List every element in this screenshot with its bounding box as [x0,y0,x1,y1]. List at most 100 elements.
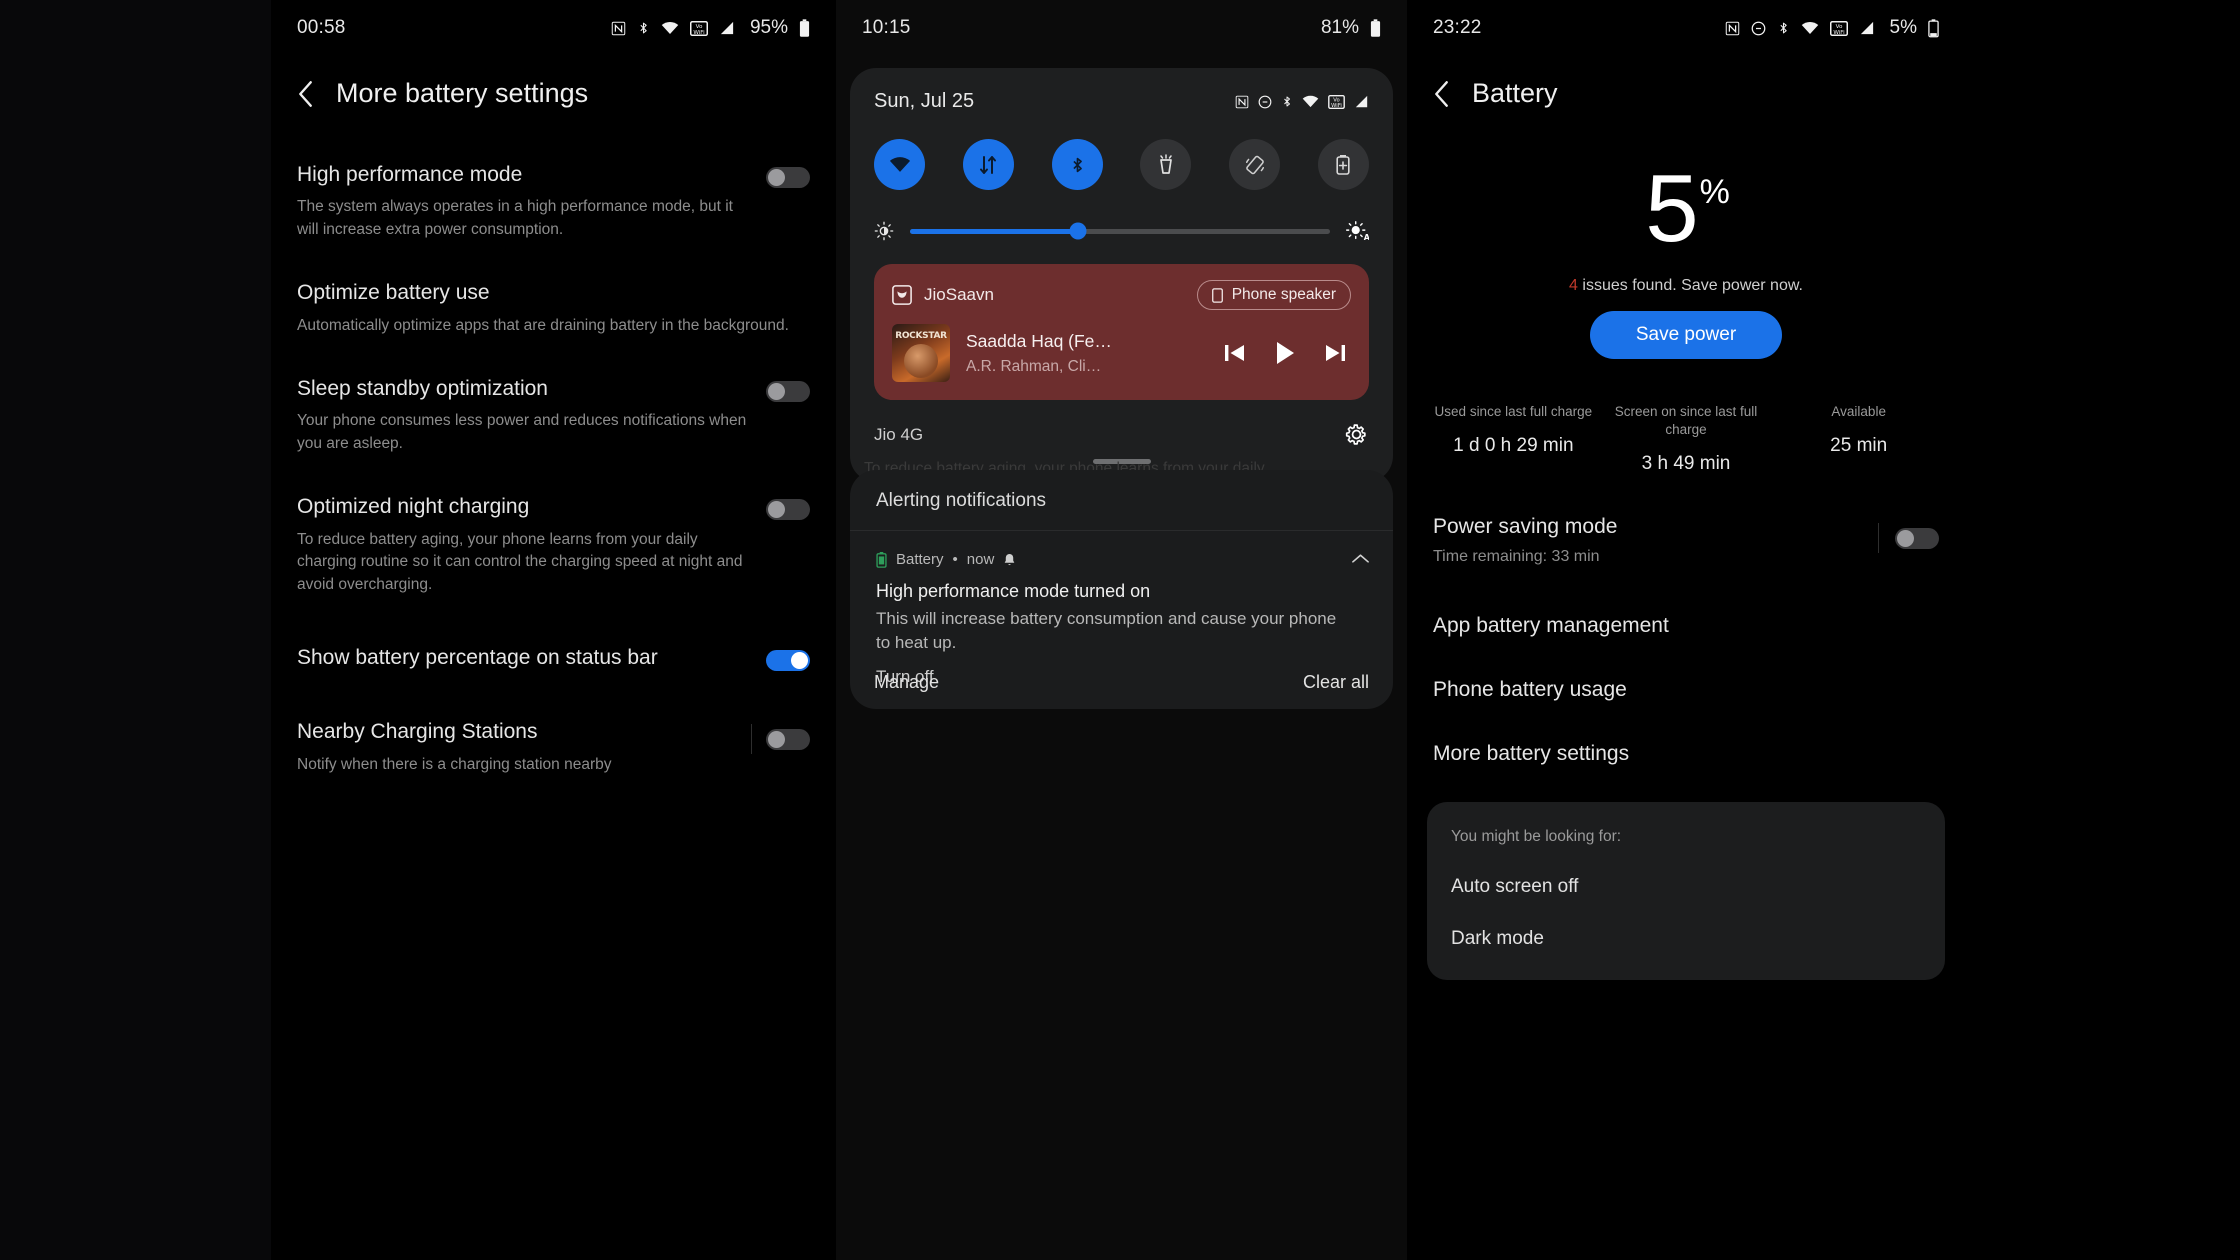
nearby-charging-stations-toggle[interactable] [766,728,810,750]
album-art: ROCKSTAR [892,324,950,382]
media-header: JioSaavn Phone speaker [892,280,1351,310]
svg-text:WiFi: WiFi [693,29,705,35]
play-icon[interactable] [1273,340,1297,366]
mobile-data-tile[interactable] [962,139,1014,190]
wifi-tile[interactable] [874,139,925,190]
manage-button[interactable]: Manage [874,672,939,693]
more-battery-settings-row[interactable]: More battery settings [1407,712,1965,776]
previous-icon[interactable] [1223,342,1247,364]
battery-icon [876,551,887,568]
quick-settings-footer: Jio 4G [874,422,1369,447]
power-saving-mode-row[interactable]: Power saving mode Time remaining: 33 min [1407,475,1965,576]
notification-meta: Battery • now [876,551,1342,568]
media-output-chip[interactable]: Phone speaker [1196,280,1351,310]
next-icon[interactable] [1323,342,1347,364]
dnd-icon [1751,21,1766,36]
setting-title: Nearby Charging Stations [297,720,538,744]
battery-icon [1370,18,1381,38]
notification-title: High performance mode turned on [876,581,1151,601]
notification-footer: Manage Clear all [850,672,1393,693]
clear-all-button[interactable]: Clear all [1303,672,1369,693]
setting-description: Notify when there is a charging station … [297,755,612,773]
stat-label: Available [1831,404,1886,419]
setting-row[interactable]: Optimized night charging To reduce batte… [271,475,836,616]
row-title: Power saving mode [1433,515,1618,539]
stat-value: 3 h 49 min [1641,453,1731,475]
stat-available: Available 25 min [1772,403,1945,475]
status-battery-percent: 95% [749,17,788,38]
page-title: Battery [1472,78,1558,108]
status-bar-left: 00:58 Vo WiFi 95% [271,0,836,56]
stat-value: 1 d 0 h 29 min [1453,435,1574,457]
suggestion-auto-screen-off[interactable]: Auto screen off [1451,876,1921,898]
auto-rotate-tile[interactable] [1229,139,1281,190]
vowifi-icon: Vo WiFi [1829,20,1848,36]
left-bezel [0,0,271,1260]
media-body: ROCKSTAR Saadda Haq (Fe… A.R. Rahman, Cl… [892,324,1351,382]
gear-icon[interactable] [1344,422,1369,447]
back-arrow-icon[interactable] [1433,80,1450,107]
setting-row[interactable]: Show battery percentage on status bar [271,616,836,692]
row-subtitle: Time remaining: 33 min [1433,548,1600,566]
status-icons: Vo WiFi 5% [1725,17,1939,39]
setting-title: Optimize battery use [297,281,490,305]
brightness-slider-row: A [874,220,1369,242]
jiosaavn-icon [892,285,912,305]
power-saving-mode-toggle[interactable] [1895,527,1939,549]
qs-status-icons: Vo WiFi [1235,94,1369,109]
bluetooth-icon [1069,154,1086,176]
wifi-icon [889,156,911,173]
status-battery-percent: 81% [1320,17,1359,38]
battery-saver-tile[interactable] [1317,139,1369,190]
setting-title: Sleep standby optimization [297,377,548,401]
media-controls [1223,340,1351,366]
brightness-knob[interactable] [1069,222,1087,240]
qs-date: Sun, Jul 25 [874,90,975,112]
signal-icon [1859,21,1875,35]
brightness-auto-icon[interactable]: A [1346,220,1369,242]
bluetooth-tile[interactable] [1051,139,1103,190]
stat-screen-on-since-last-full-charge: Screen on since last full charge 3 h 49 … [1600,403,1773,475]
save-power-button[interactable]: Save power [1589,311,1783,359]
battery-icon [1928,18,1939,38]
phone-speaker-icon [1211,287,1223,303]
app-battery-management-row[interactable]: App battery management [1407,576,1965,648]
flashlight-tile[interactable] [1140,139,1192,190]
optimized-night-charging-toggle[interactable] [766,499,810,521]
suggestion-dark-mode[interactable]: Dark mode [1451,928,1921,950]
battery-percent-symbol: % [1699,173,1730,211]
high-performance-mode-toggle[interactable] [766,167,810,188]
row-title: More battery settings [1433,742,1630,766]
setting-row[interactable]: Optimize battery use Automatically optim… [271,261,836,357]
brightness-slider[interactable] [910,222,1330,240]
panel-quick-settings-shade: 10:15 81% Sun, Jul 25 Vo WiFi JioSaavn P… [836,0,1407,1260]
setting-description: To reduce battery aging, your phone lear… [297,530,743,593]
stat-label: Used since last full charge [1434,404,1593,419]
setting-title: High performance mode [297,163,523,186]
screenshot-stage: 00:58 Vo WiFi 95% More battery settings H… [0,0,2240,1260]
row-title: Phone battery usage [1433,678,1627,702]
nfc-icon [1235,95,1249,109]
bluetooth-icon [1281,94,1293,109]
sleep-standby-optimization-toggle[interactable] [766,381,810,403]
chevron-up-icon[interactable] [1352,551,1369,687]
vowifi-icon: Vo WiFi [1328,94,1345,109]
dnd-icon [1258,95,1272,109]
battery-percent-number: 5 [1645,155,1698,262]
setting-row[interactable]: High performance mode The system always … [271,143,836,261]
media-app-name: JioSaavn [924,285,994,304]
media-track-title: Saadda Haq (Fe… [966,330,1112,351]
phone-battery-usage-row[interactable]: Phone battery usage [1407,648,1965,712]
setting-row[interactable]: Nearby Charging Stations Notify when the… [271,692,836,796]
wifi-icon [1302,95,1319,108]
svg-text:Vo: Vo [696,23,703,29]
issues-label: issues found. Save power now. [1582,277,1803,294]
battery-plus-icon [1335,154,1351,176]
suggestions-title: You might be looking for: [1451,828,1622,846]
setting-row[interactable]: Sleep standby optimization Your phone co… [271,357,836,475]
row-divider [751,724,752,755]
status-bar-mid: 10:15 81% [836,0,1407,56]
show-battery-percentage-toggle[interactable] [766,650,810,672]
brightness-fill [910,228,1078,234]
back-arrow-icon[interactable] [297,80,314,107]
